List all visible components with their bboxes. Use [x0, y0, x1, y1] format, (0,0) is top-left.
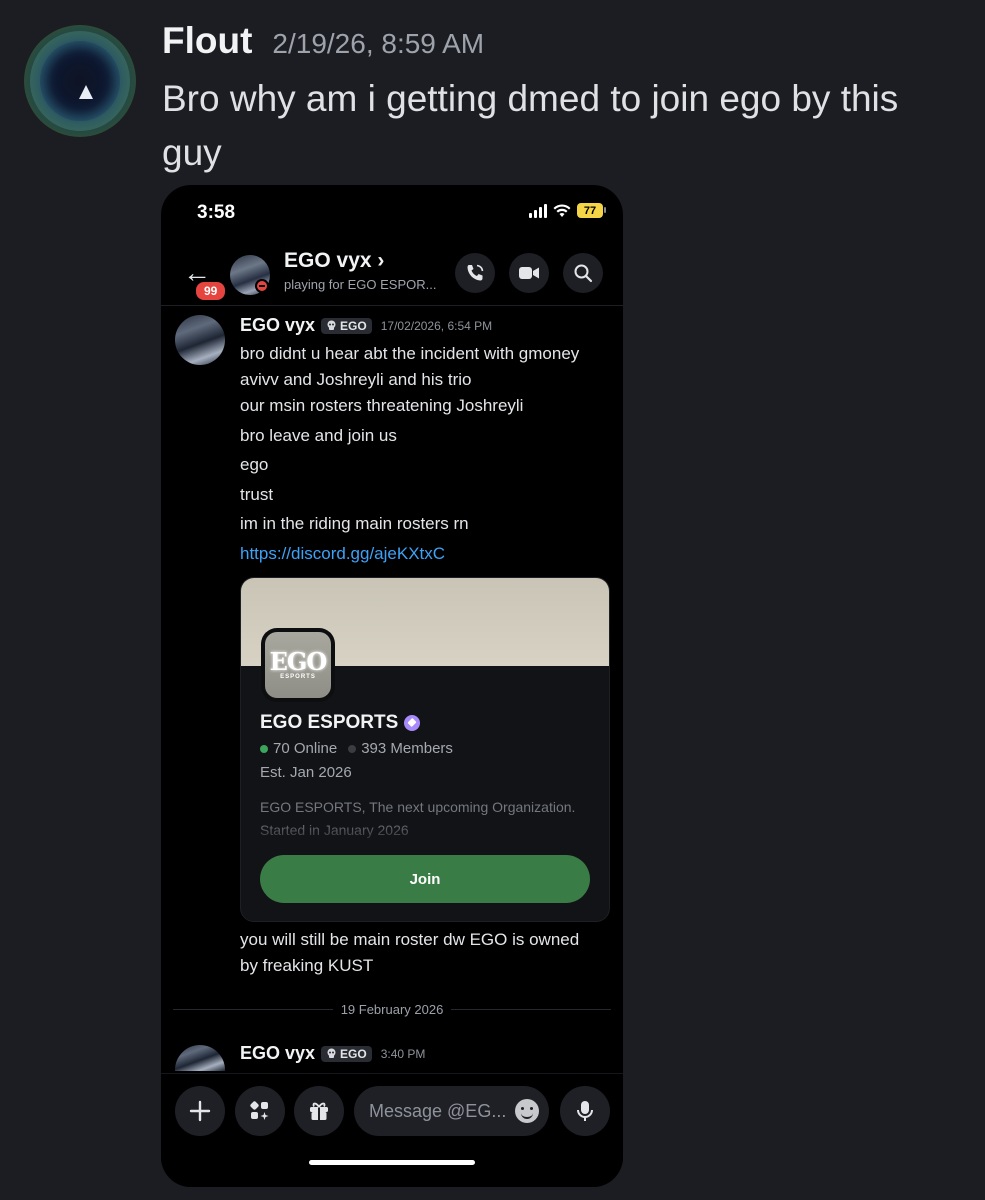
message-input-placeholder: Message @EG... [369, 1100, 507, 1121]
message-header: Flout 2/19/26, 8:59 AM [162, 20, 484, 62]
members-dot-icon [348, 744, 357, 753]
message-text: Bro why am i getting dmed to join ego by… [162, 78, 899, 173]
guild-tag[interactable]: EGO [321, 1045, 372, 1062]
voice-message-button[interactable] [560, 1086, 610, 1136]
video-button[interactable] [509, 253, 549, 293]
member-count: 393 Members [361, 740, 453, 757]
status-icons: 77 [529, 203, 606, 218]
apps-sparkle-icon [250, 1101, 269, 1120]
server-invite-card: EGO ESPORTS EGO ESPORTS 70 Online 393 Me… [240, 577, 610, 922]
gift-icon [310, 1102, 328, 1120]
skull-icon [327, 320, 336, 330]
battery-icon: 77 [577, 203, 606, 218]
home-indicator [309, 1160, 475, 1165]
guild-logo-subtext: ESPORTS [280, 674, 316, 680]
guild-logo-text: EGO [269, 647, 328, 676]
message-line: our msin rosters threatening Joshreyli [240, 396, 524, 415]
guild-name-text: EGO ESPORTS [260, 712, 399, 733]
message-line: ego [240, 455, 269, 475]
message-author-avatar[interactable] [175, 1045, 225, 1071]
video-camera-icon [519, 267, 539, 279]
message-author-avatar[interactable] [175, 315, 225, 365]
message-header: EGO vyx EGO 17/02/2026, 6:54 PM [240, 315, 492, 336]
message-input[interactable]: Message @EG... [354, 1086, 549, 1136]
add-attachment-button[interactable] [175, 1086, 225, 1136]
user-avatar[interactable] [24, 25, 136, 137]
channel-header: ← 99 EGO vyx › playing for EGO ESPOR... [161, 243, 623, 306]
message-author[interactable]: EGO vyx [240, 1043, 315, 1064]
emoji-icon[interactable] [515, 1099, 539, 1123]
message-line: bro didnt u hear abt the incident with g… [240, 344, 580, 389]
guild-tag-text: EGO [340, 318, 367, 333]
join-button[interactable]: Join [260, 855, 590, 903]
channel-name[interactable]: EGO vyx › [284, 249, 384, 273]
date-divider: 19 February 2026 [173, 1001, 611, 1017]
message-line: you will still be main roster dw EGO is … [240, 930, 580, 975]
message-line: bro leave and join us [240, 425, 397, 445]
skull-icon [327, 1048, 336, 1058]
message-header: EGO vyx EGO 3:40 PM [240, 1043, 425, 1064]
guild-icon: EGO ESPORTS [261, 628, 335, 702]
wifi-icon [553, 203, 571, 217]
microphone-icon [577, 1101, 593, 1121]
dnd-status-icon [255, 279, 269, 293]
guild-established: Est. Jan 2026 [260, 764, 352, 781]
guild-tag-text: EGO [340, 1046, 367, 1061]
online-count: 70 Online [273, 740, 338, 757]
composer-bar: Message @EG... [161, 1073, 623, 1187]
boost-icon [404, 715, 421, 731]
channel-name-text: EGO vyx [284, 249, 372, 272]
message-line: im in the riding main rosters rn [240, 514, 469, 534]
chevron-right-icon: › [377, 249, 385, 272]
unread-badge: 99 [194, 280, 228, 302]
message-timestamp: 2/19/26, 8:59 AM [272, 28, 485, 59]
message-timestamp: 3:40 PM [380, 1046, 426, 1061]
search-button[interactable] [563, 253, 603, 293]
date-divider-text: 19 February 2026 [340, 1001, 444, 1017]
guild-name: EGO ESPORTS [260, 712, 421, 734]
message-author[interactable]: EGO vyx [240, 315, 315, 336]
message-body: bro didnt u hear abt the incident with g… [240, 341, 610, 571]
signal-icon [529, 203, 547, 218]
screenshot-attachment[interactable]: 3:58 77 ← 99 EGO vyx › playing for EGO E… [161, 185, 623, 1187]
gift-button[interactable] [294, 1086, 344, 1136]
invite-link[interactable]: https://discord.gg/ajeKXtxC [240, 541, 610, 567]
message-username[interactable]: Flout [162, 20, 252, 62]
message-line: trust [240, 484, 274, 504]
search-icon [574, 264, 593, 283]
online-dot-icon [260, 744, 268, 753]
channel-subtitle: playing for EGO ESPOR... [284, 277, 437, 292]
message-timestamp: 17/02/2026, 6:54 PM [380, 318, 493, 333]
call-button[interactable] [455, 253, 495, 293]
plus-icon [189, 1100, 211, 1122]
apps-button[interactable] [235, 1086, 285, 1136]
guild-tag[interactable]: EGO [321, 317, 372, 334]
status-time: 3:58 [197, 202, 236, 223]
guild-stats: 70 Online 393 Members [260, 740, 453, 757]
phone-icon [467, 264, 484, 281]
guild-description: EGO ESPORTS, The next upcoming Organizat… [260, 799, 576, 838]
